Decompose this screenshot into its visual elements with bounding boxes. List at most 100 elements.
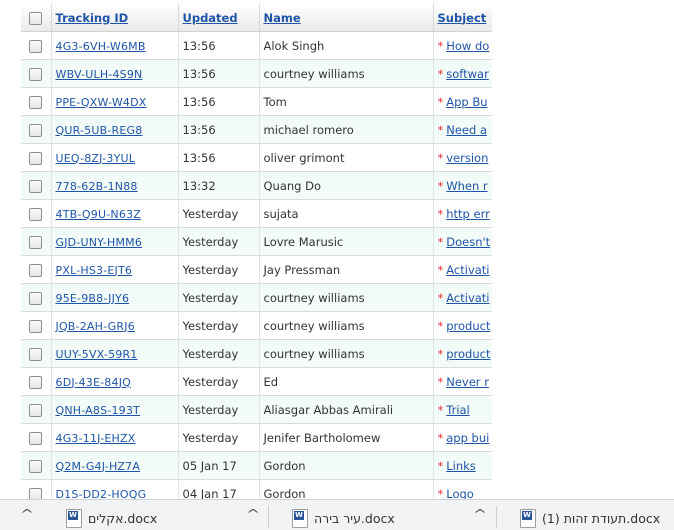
row-select-checkbox[interactable] [29,319,43,333]
row-select-cell [21,115,52,144]
download-file-name: תעודת זהות (1).docx [542,510,661,526]
row-select-checkbox[interactable] [29,207,43,221]
priority-marker: * [437,458,444,473]
updated-cell: 13:56 [178,143,260,172]
row-select-checkbox[interactable] [29,123,43,137]
row-select-checkbox[interactable] [29,431,43,445]
tracking-id-link[interactable]: 6DJ-43E-84JQ [56,376,132,389]
row-select-checkbox[interactable] [29,459,43,473]
download-file-name: אקלים.docx [88,510,158,526]
tracking-id-link[interactable]: D1S-DD2-HOQG [56,488,147,500]
tracking-id-link[interactable]: PPE-QXW-W4DX [56,96,147,109]
priority-marker: * [437,38,444,53]
sort-by-updated-link[interactable]: Updated [183,11,238,25]
tracking-id-cell: PPE-QXW-W4DX [51,87,179,116]
name-cell: Lovre Marusic [259,227,434,256]
row-select-checkbox[interactable] [29,179,43,193]
priority-marker: * [437,234,444,249]
priority-marker: * [437,430,444,445]
row-select-checkbox[interactable] [29,375,43,389]
name-cell: courtney williams [259,283,434,312]
subject-link[interactable]: Need a [446,123,487,137]
tracking-id-link[interactable]: JQB-2AH-GRJ6 [56,320,135,333]
left-margin [0,0,21,499]
row-select-cell [21,479,52,499]
subject-link[interactable]: product [446,347,490,361]
subject-link[interactable]: version [446,151,488,165]
row-select-cell [21,59,52,88]
subject-link[interactable]: Activati [446,291,489,305]
row-select-checkbox[interactable] [29,403,43,417]
row-select-checkbox[interactable] [29,39,43,53]
row-select-checkbox[interactable] [29,151,43,165]
updated-cell: Yesterday [178,199,260,228]
row-select-cell [21,311,52,340]
tracking-id-link[interactable]: QUR-5UB-REG8 [56,124,143,137]
row-select-checkbox[interactable] [29,347,43,361]
row-select-checkbox[interactable] [29,235,43,249]
row-select-checkbox[interactable] [29,263,43,277]
tracking-id-link[interactable]: UEQ-8ZJ-3YUL [56,152,136,165]
subject-link[interactable]: When r [446,179,487,193]
sort-by-subject-link[interactable]: Subject [438,11,487,25]
tracking-id-link[interactable]: 4G3-11J-EHZX [56,432,136,445]
tracking-id-link[interactable]: 4TB-Q9U-N63Z [56,208,141,221]
tracking-id-link[interactable]: PXL-HS3-EJT6 [56,264,133,277]
name-cell: Ed [259,367,434,396]
download-item-1[interactable]: אקלים.docx [66,500,157,530]
download-1-menu-chevron-icon[interactable]: ^ [20,507,34,521]
subject-link[interactable]: App Bu [446,95,487,109]
subject-link[interactable]: Doesn't [446,235,490,249]
updated-cell: Yesterday [178,227,260,256]
download-file-name: עיר בירה.docx [314,510,395,526]
priority-marker: * [437,122,444,137]
row-select-cell [21,423,52,452]
priority-marker: * [437,290,444,305]
name-cell: Tom [259,87,434,116]
subject-link[interactable]: How do [446,39,489,53]
row-select-cell [21,395,52,424]
download-2-menu-chevron-icon[interactable]: ^ [246,507,260,521]
subject-link[interactable]: product [446,319,490,333]
subject-link[interactable]: Never r [446,375,489,389]
download-item-2[interactable]: עיר בירה.docx [292,500,395,530]
select-all-checkbox[interactable] [29,11,43,25]
tracking-id-link[interactable]: QNH-A8S-193T [56,404,140,417]
row-select-cell [21,143,52,172]
download-3-menu-chevron-icon[interactable]: ^ [473,507,487,521]
tracking-id-link[interactable]: 95E-9B8-JJY6 [56,292,130,305]
subject-link[interactable]: Activati [446,263,489,277]
tracking-id-link[interactable]: 778-62B-1N88 [56,180,138,193]
tracking-id-link[interactable]: GJD-UNY-HMM6 [56,236,143,249]
name-cell: courtney williams [259,311,434,340]
subject-link[interactable]: Logo [446,487,474,500]
row-select-checkbox[interactable] [29,67,43,81]
tracking-id-link[interactable]: 4G3-6VH-W6MB [56,40,146,53]
sort-by-tracking-id-link[interactable]: Tracking ID [56,11,129,25]
priority-marker: * [437,66,444,81]
row-select-cell [21,87,52,116]
tracking-id-link[interactable]: Q2M-G4J-HZ7A [56,460,141,473]
row-select-checkbox[interactable] [29,487,43,499]
tracking-id-cell: 778-62B-1N88 [51,171,179,200]
row-select-checkbox[interactable] [29,95,43,109]
updated-cell: Yesterday [178,367,260,396]
download-item-3[interactable]: תעודת זהות (1).docx [520,500,660,530]
row-select-cell [21,31,52,60]
subject-link[interactable]: app bui [446,431,489,445]
tracking-id-cell: Q2M-G4J-HZ7A [51,451,179,480]
tracking-id-link[interactable]: WBV-ULH-4S9N [56,68,143,81]
tracking-id-link[interactable]: UUY-5VX-59R1 [56,348,138,361]
download-separator [268,506,269,528]
subject-link[interactable]: Links [446,459,476,473]
name-cell: oliver grimont [259,143,434,172]
tracking-id-cell: GJD-UNY-HMM6 [51,227,179,256]
subject-link[interactable]: http err [446,207,490,221]
sort-by-name-link[interactable]: Name [264,11,301,25]
updated-cell: 13:56 [178,87,260,116]
priority-marker: * [437,402,444,417]
row-select-checkbox[interactable] [29,291,43,305]
tracking-id-cell: 4G3-11J-EHZX [51,423,179,452]
subject-link[interactable]: Trial [446,403,470,417]
subject-link[interactable]: softwar [446,67,489,81]
